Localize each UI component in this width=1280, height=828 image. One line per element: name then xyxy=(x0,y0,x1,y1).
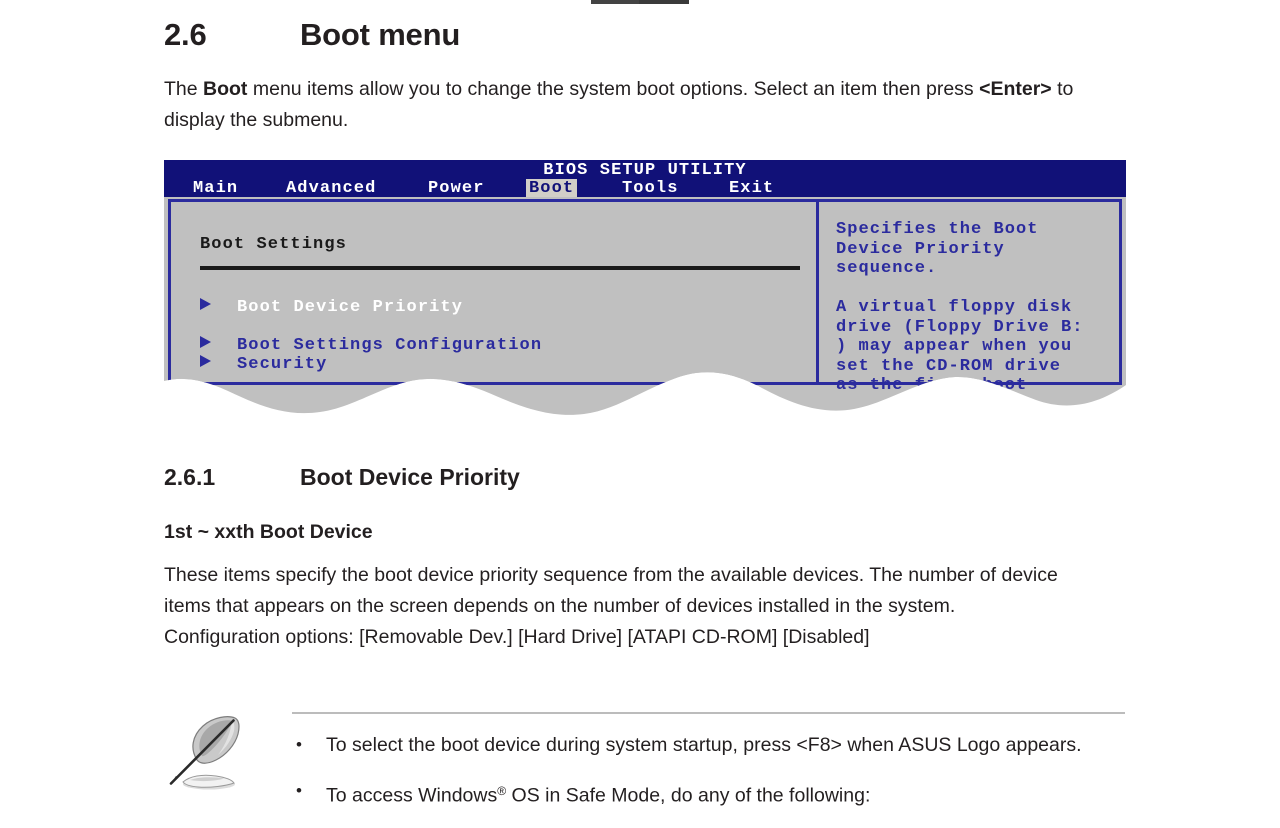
list-item: • To select the boot device during syste… xyxy=(296,731,1126,759)
section-title: Boot menu xyxy=(300,17,461,52)
bios-tab-exit[interactable]: Exit xyxy=(726,179,777,198)
bios-titlebar: BIOS SETUP UTILITY Main Advanced Power B… xyxy=(164,160,1126,197)
item-heading: 1st ~ xxth Boot Device xyxy=(164,521,373,543)
intro-middle: menu items allow you to change the syste… xyxy=(247,78,980,100)
bios-menu-item-label: Security xyxy=(237,355,328,374)
quill-pen-icon xyxy=(169,716,240,790)
bios-heading-rule xyxy=(200,266,800,270)
page-title: 2.6 Boot menu xyxy=(164,17,460,53)
bios-tab-advanced[interactable]: Advanced xyxy=(283,179,379,198)
bios-menu-item-security[interactable]: Security xyxy=(200,355,327,374)
subsection-title-text: Boot Device Priority xyxy=(300,464,520,490)
bullet-marker: • xyxy=(296,781,302,800)
bios-menu-item-label: Boot Device Priority xyxy=(237,298,464,317)
submenu-arrow-icon xyxy=(200,336,211,348)
bios-setup-screenshot: BIOS SETUP UTILITY Main Advanced Power B… xyxy=(164,160,1126,425)
list-item: • To access Windows® OS in Safe Mode, do… xyxy=(296,777,1126,810)
submenu-arrow-icon xyxy=(200,298,211,310)
note-divider xyxy=(292,712,1125,714)
note-bullet-list: • To select the boot device during syste… xyxy=(296,731,1126,828)
intro-bold-boot: Boot xyxy=(203,78,248,100)
submenu-arrow-icon xyxy=(200,355,211,367)
item-body-paragraph: These items specify the boot device prio… xyxy=(164,564,1058,648)
bullet-marker: • xyxy=(296,735,302,754)
note-bullet-text: To select the boot device during system … xyxy=(326,731,1082,759)
subsection-title: 2.6.1 Boot Device Priority xyxy=(164,464,520,491)
section-number: 2.6 xyxy=(164,17,207,52)
subsection-number: 2.6.1 xyxy=(164,464,216,490)
bios-help-panel: Specifies the Boot Device Priority seque… xyxy=(816,199,1122,385)
bios-tab-power[interactable]: Power xyxy=(425,179,488,198)
bios-body: Boot Settings Boot Device Priority Boot … xyxy=(164,197,1126,425)
bios-tab-main[interactable]: Main xyxy=(190,179,241,198)
bios-menu-item-label: Boot Settings Configuration xyxy=(237,336,543,355)
bios-panel-heading: Boot Settings xyxy=(200,235,347,254)
bios-tab-tools[interactable]: Tools xyxy=(619,179,682,198)
bios-tab-boot[interactable]: Boot xyxy=(526,179,577,198)
bios-utility-title: BIOS SETUP UTILITY xyxy=(543,161,747,180)
bios-menu-tabbar: Main Advanced Power Boot Tools Exit xyxy=(164,179,1126,197)
bios-settings-panel: Boot Settings Boot Device Priority Boot … xyxy=(168,199,816,385)
bios-clipped-area: BIOS SETUP UTILITY Main Advanced Power B… xyxy=(164,160,1126,425)
registered-trademark-symbol: ® xyxy=(497,784,507,798)
section-intro-paragraph: The Boot menu items allow you to change … xyxy=(164,74,1074,136)
bios-help-text: Specifies the Boot Device Priority seque… xyxy=(836,220,1084,395)
note-bullet-text-pre: To select the boot device during system … xyxy=(326,734,1082,756)
intro-bold-enter: <Enter> xyxy=(979,78,1052,100)
top-cutoff-fragment-secondary xyxy=(639,0,689,4)
note-bullet-text-post: OS in Safe Mode, do any of the following… xyxy=(506,784,871,807)
bios-menu-item-boot-settings-configuration[interactable]: Boot Settings Configuration xyxy=(200,336,542,355)
note-bullet-text: To access Windows® OS in Safe Mode, do a… xyxy=(326,777,870,810)
note-bullet-text-pre: To access Windows xyxy=(326,784,498,807)
bios-menu-item-boot-device-priority[interactable]: Boot Device Priority xyxy=(200,298,463,317)
intro-prefix: The xyxy=(164,78,204,100)
